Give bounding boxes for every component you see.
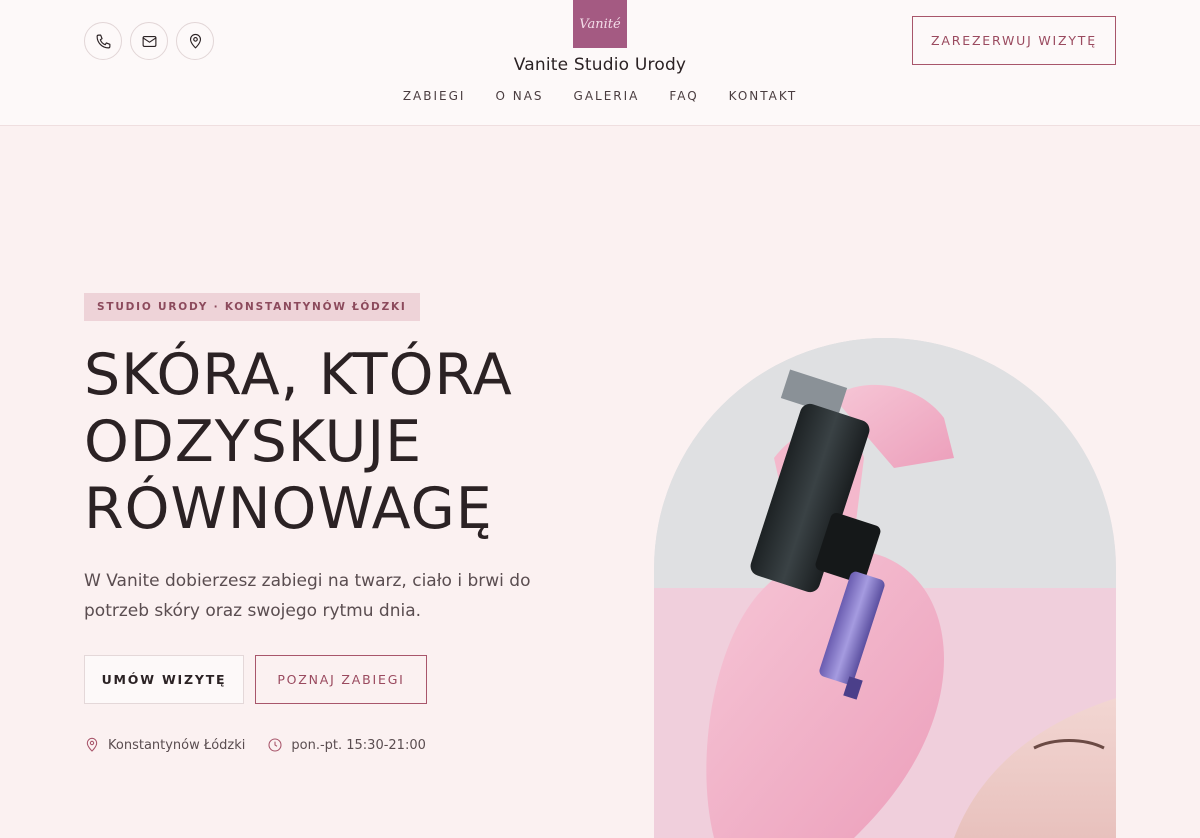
hours-text: pon.-pt. 15:30-21:00 — [291, 737, 426, 753]
treatment-photo-illustration — [654, 338, 1116, 838]
nav-item-galeria[interactable]: GALERIA — [574, 89, 640, 103]
site-header: Vanité Vanite Studio Urody ZABIEGI O NAS… — [0, 0, 1200, 126]
nav-item-faq[interactable]: FAQ — [669, 89, 698, 103]
nav-item-o-nas[interactable]: O NAS — [495, 89, 543, 103]
book-appointment-button[interactable]: UMÓW WIZYTĘ — [84, 655, 244, 704]
hours-info: pon.-pt. 15:30-21:00 — [267, 737, 426, 753]
main-nav: ZABIEGI O NAS GALERIA FAQ KONTAKT — [0, 89, 1200, 103]
location-pin-icon — [86, 737, 98, 752]
location-info: Konstantynów Łódzki — [84, 737, 245, 753]
hero-image — [654, 338, 1116, 838]
nav-item-kontakt[interactable]: KONTAKT — [729, 89, 798, 103]
hero-badge: STUDIO URODY · KONSTANTYNÓW ŁÓDZKI — [84, 293, 420, 321]
nav-item-zabiegi[interactable]: ZABIEGI — [403, 89, 466, 103]
hero-title: SKÓRA, KTÓRA ODZYSKUJE RÓWNOWAGĘ — [84, 342, 604, 543]
hero-title-line: RÓWNOWAGĘ — [84, 476, 493, 542]
reserve-button[interactable]: ZAREZERWUJ WIZYTĘ — [912, 16, 1116, 65]
location-text: Konstantynów Łódzki — [108, 737, 246, 753]
hero-info-row: Konstantynów Łódzki pon.-pt. 15:30-21:00 — [84, 737, 426, 753]
hero-title-line: ODZYSKUJE — [84, 409, 423, 475]
clock-icon — [268, 738, 282, 752]
hero-description: W Vanite dobierzesz zabiegi na twarz, ci… — [84, 571, 531, 621]
logo-text: Vanité — [579, 16, 621, 32]
explore-treatments-button[interactable]: POZNAJ ZABIEGI — [255, 655, 427, 704]
logo[interactable]: Vanité — [573, 0, 627, 48]
hero-title-line: SKÓRA, KTÓRA — [84, 342, 513, 408]
